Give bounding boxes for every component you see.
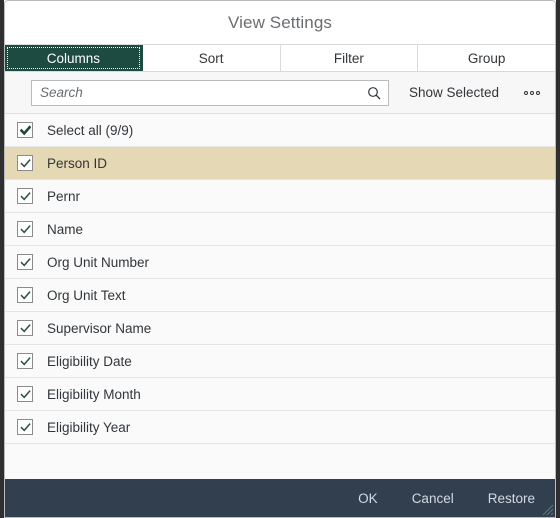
checkbox-org-unit-text[interactable] [17, 287, 33, 303]
search-icon[interactable] [366, 85, 382, 101]
checkbox-eligibility-month[interactable] [17, 386, 33, 402]
list-item-label: Eligibility Year [47, 419, 131, 435]
list-item-supervisor-name[interactable]: Supervisor Name [5, 312, 555, 345]
checkbox-eligibility-year[interactable] [17, 419, 33, 435]
checkbox-org-unit-number[interactable] [17, 254, 33, 270]
list-item-label: Pernr [47, 188, 81, 204]
cancel-button[interactable]: Cancel [406, 487, 460, 510]
list-item-label: Select all (9/9) [47, 122, 134, 138]
column-list: Select all (9/9) Person ID Pernr Name Or… [5, 114, 555, 479]
overflow-dots-icon[interactable] [521, 82, 543, 104]
list-item-label: Org Unit Number [47, 254, 150, 270]
show-selected-button[interactable]: Show Selected [405, 82, 503, 103]
dialog-titlebar: View Settings [5, 1, 555, 44]
list-item-name[interactable]: Name [5, 213, 555, 246]
list-item-eligibility-month[interactable]: Eligibility Month [5, 378, 555, 411]
checkbox-eligibility-date[interactable] [17, 353, 33, 369]
tab-filter-label: Filter [333, 50, 364, 66]
tab-bar: Columns Sort Filter Group [5, 44, 555, 72]
list-item-person-id[interactable]: Person ID [5, 147, 555, 180]
tab-filter[interactable]: Filter [280, 45, 419, 71]
dialog-right-edge [556, 0, 560, 518]
tab-sort-label: Sort [198, 50, 224, 66]
list-item-label: Supervisor Name [47, 320, 152, 336]
checkbox-name[interactable] [17, 221, 33, 237]
list-item-pernr[interactable]: Pernr [5, 180, 555, 213]
checkbox-pernr[interactable] [17, 188, 33, 204]
search-field[interactable] [31, 79, 389, 106]
list-item-select-all[interactable]: Select all (9/9) [5, 114, 555, 147]
list-item-label: Person ID [47, 155, 108, 171]
resize-grip-icon[interactable] [540, 502, 554, 516]
tab-columns[interactable]: Columns [5, 45, 143, 71]
list-item-label: Name [47, 221, 84, 237]
list-item-eligibility-date[interactable]: Eligibility Date [5, 345, 555, 378]
tab-group-label: Group [467, 50, 506, 66]
search-input[interactable] [40, 80, 366, 105]
tab-group[interactable]: Group [418, 45, 555, 71]
dialog-left-edge [0, 0, 4, 518]
restore-button[interactable]: Restore [482, 487, 541, 510]
dialog-footer: OK Cancel Restore [5, 479, 555, 517]
page-title: View Settings [228, 12, 332, 32]
list-item-label: Org Unit Text [47, 287, 126, 303]
list-item-org-unit-number[interactable]: Org Unit Number [5, 246, 555, 279]
ok-button[interactable]: OK [352, 487, 384, 510]
checkbox-select-all[interactable] [17, 122, 33, 138]
checkbox-person-id[interactable] [17, 155, 33, 171]
list-item-eligibility-year[interactable]: Eligibility Year [5, 411, 555, 444]
tab-columns-label: Columns [46, 50, 101, 66]
view-settings-dialog: View Settings Columns Sort Filter Group [0, 0, 560, 518]
tab-sort[interactable]: Sort [142, 45, 281, 71]
list-toolbar: Show Selected [5, 72, 555, 114]
checkbox-supervisor-name[interactable] [17, 320, 33, 336]
list-item-label: Eligibility Date [47, 353, 132, 369]
list-item-org-unit-text[interactable]: Org Unit Text [5, 279, 555, 312]
list-item-label: Eligibility Month [47, 386, 141, 402]
